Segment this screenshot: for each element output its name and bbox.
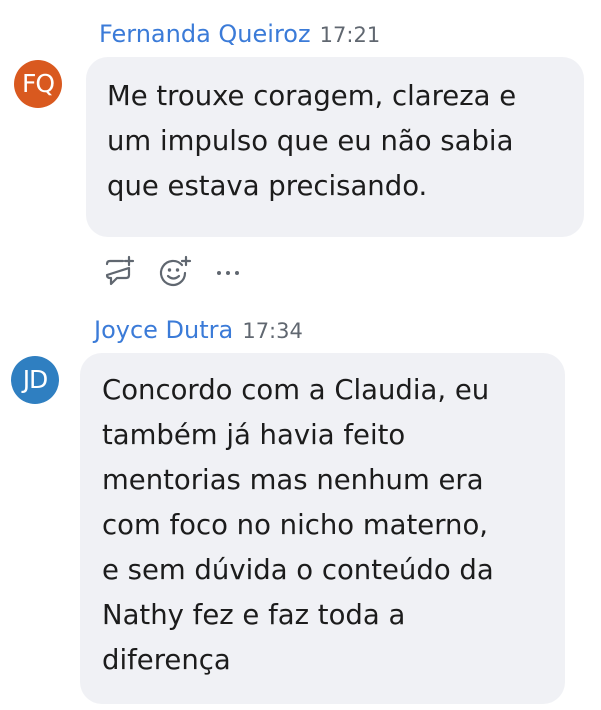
- reply-icon: [105, 255, 135, 286]
- message-text-line: mentorias mas nenhum era: [102, 464, 484, 496]
- message-bubble[interactable]: Concordo com a Claudia, eu também já hav…: [80, 353, 565, 704]
- sender-name[interactable]: Joyce Dutra: [94, 316, 233, 344]
- add-reaction-icon: [159, 255, 192, 287]
- message-timestamp: 17:34: [242, 319, 303, 343]
- message-header: Fernanda Queiroz 17:21: [99, 20, 380, 48]
- message-bubble[interactable]: Me trouxe coragem, clareza e um impulso …: [86, 57, 584, 237]
- message-text-line: Nathy fez e faz toda a: [102, 599, 406, 631]
- message-timestamp: 17:21: [319, 23, 381, 47]
- reply-button[interactable]: [102, 255, 136, 289]
- message-text-line: e sem dúvida o conteúdo da: [102, 554, 494, 586]
- message-text-line: que estava precisando.: [107, 170, 428, 202]
- avatar[interactable]: FQ: [14, 60, 62, 108]
- avatar[interactable]: JD: [11, 356, 59, 404]
- sender-name[interactable]: Fernanda Queiroz: [99, 20, 311, 48]
- more-options-button[interactable]: [214, 255, 242, 289]
- message-text-line: com foco no nicho materno,: [102, 509, 489, 541]
- more-options-icon: [217, 271, 239, 275]
- message-actions: [102, 254, 264, 290]
- message-header: Joyce Dutra 17:34: [94, 316, 303, 344]
- message-text-line: Me trouxe coragem, clareza e: [107, 80, 517, 112]
- message-text-line: também já havia feito: [102, 419, 406, 451]
- message-text-line: Concordo com a Claudia, eu: [102, 374, 490, 406]
- message-text-line: diferença: [102, 644, 231, 676]
- add-reaction-button[interactable]: [158, 255, 192, 289]
- message-text-line: um impulso que eu não sabia: [107, 125, 514, 157]
